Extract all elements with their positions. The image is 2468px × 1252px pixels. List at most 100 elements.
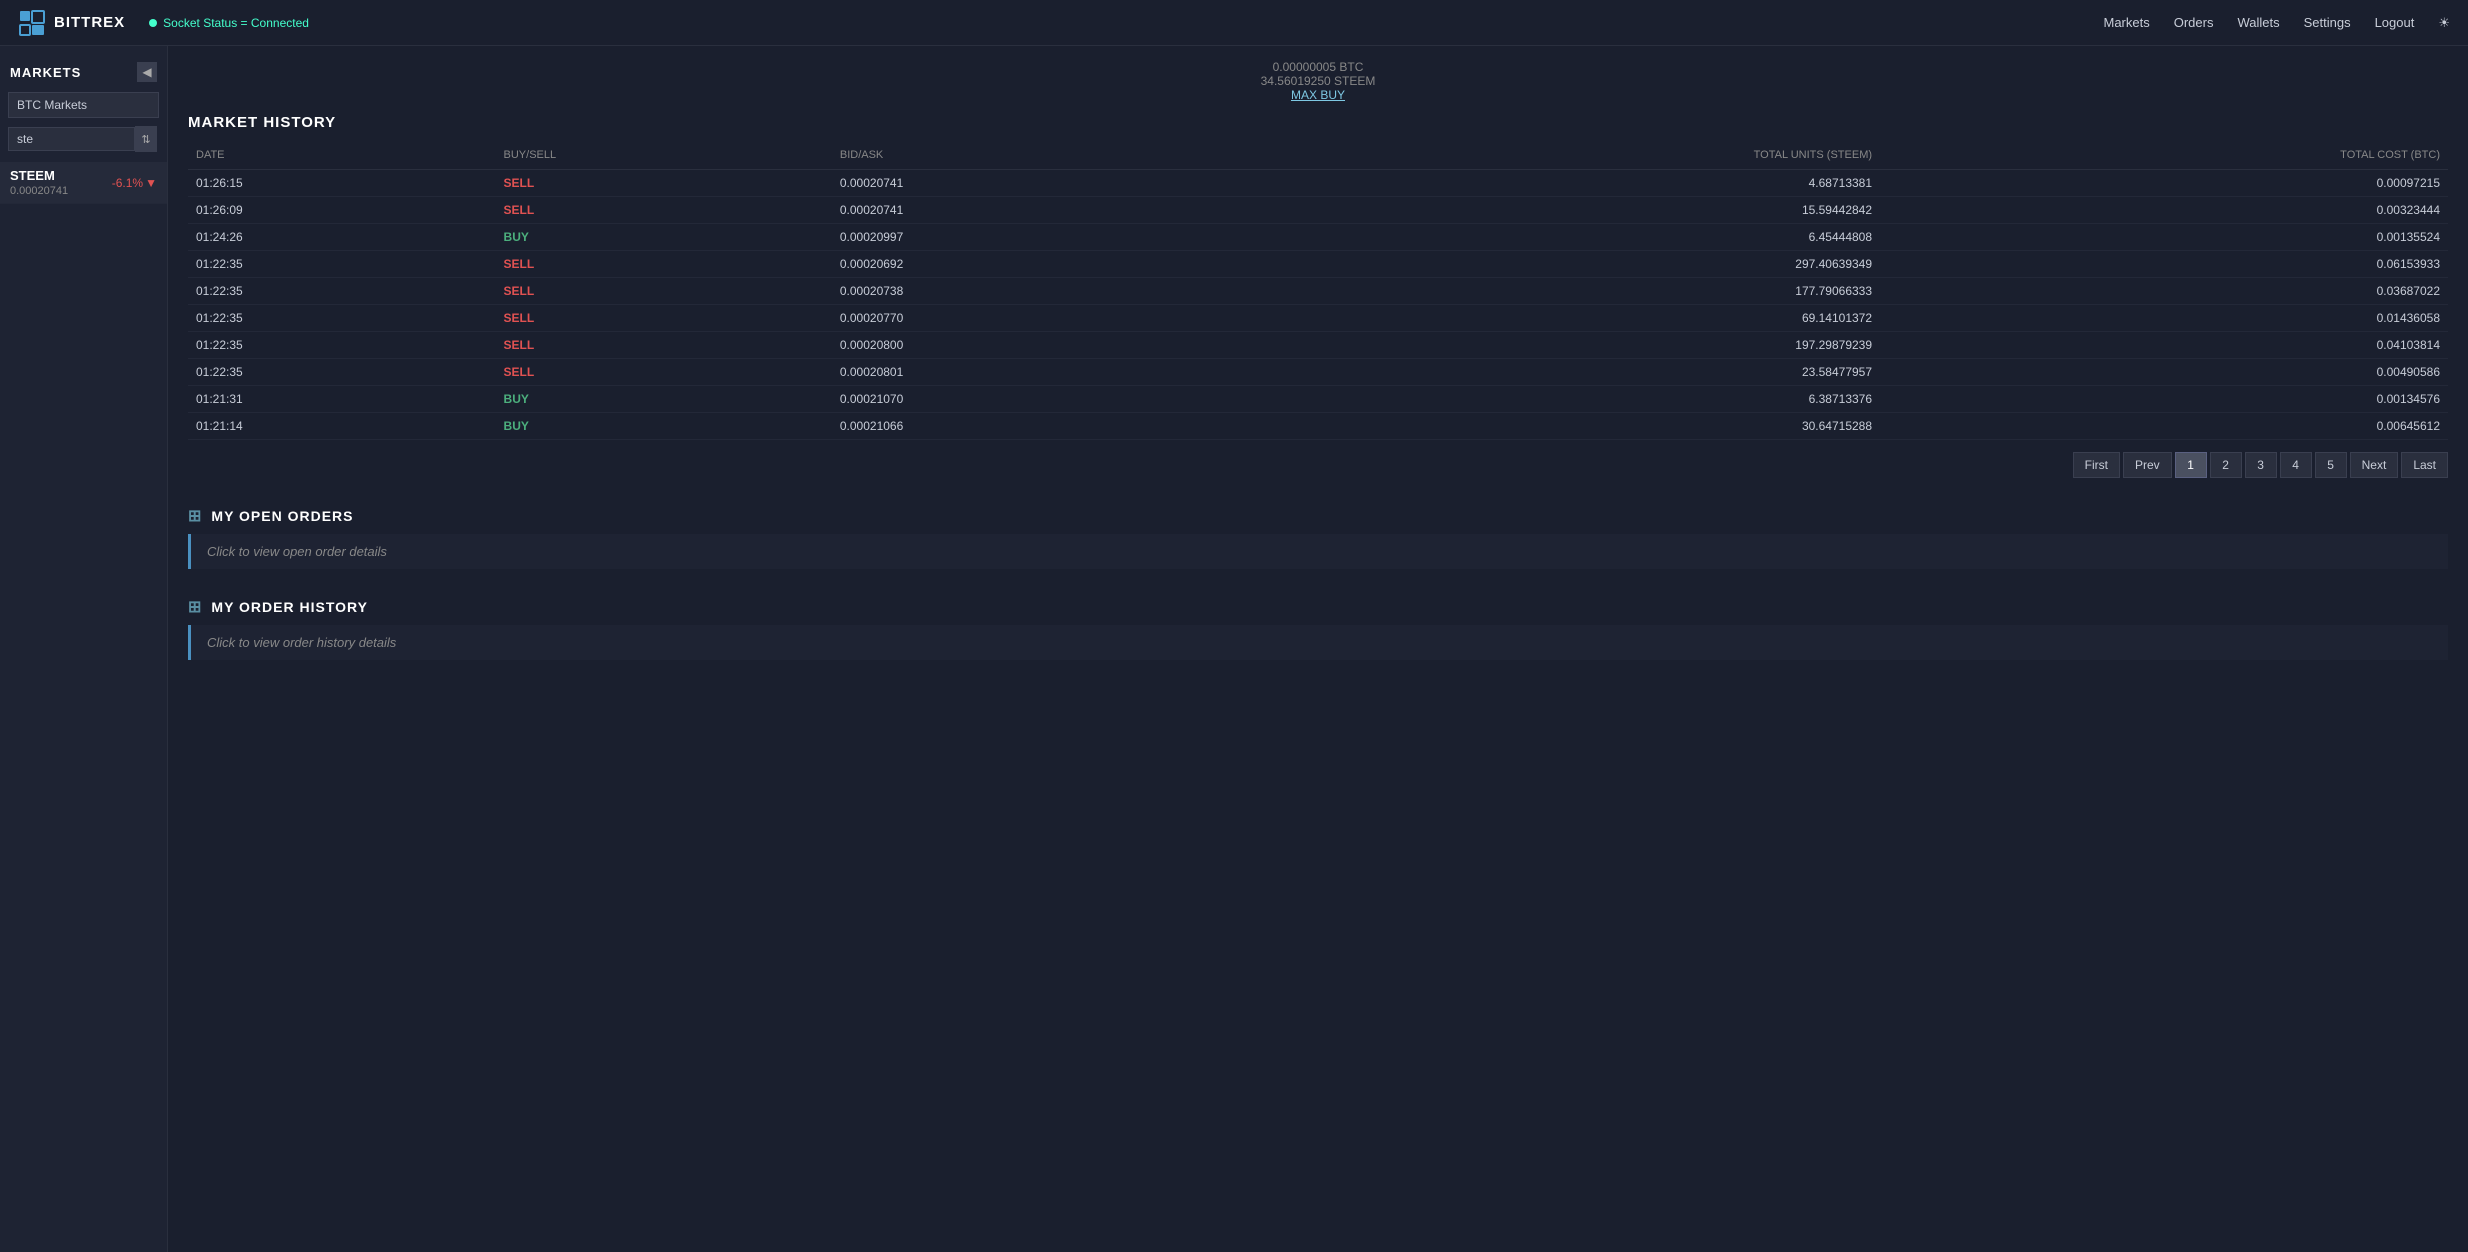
row-units: 4.68713381 bbox=[1221, 170, 1880, 197]
page-prev-button[interactable]: Prev bbox=[2123, 452, 2172, 478]
balance-btc: 0.00000005 BTC bbox=[1273, 60, 1364, 74]
row-bid-ask: 0.00021066 bbox=[832, 413, 1221, 440]
row-cost: 0.00490586 bbox=[1880, 359, 2448, 386]
market-select[interactable]: BTC Markets ETH Markets USDT Markets bbox=[8, 92, 159, 118]
order-history-header[interactable]: ⊞ MY ORDER HISTORY bbox=[188, 589, 2448, 625]
theme-icon[interactable]: ☀ bbox=[2438, 15, 2450, 31]
col-total-cost: TOTAL COST (BTC) bbox=[1880, 145, 2448, 170]
table-row: 01:22:35 SELL 0.00020801 23.58477957 0.0… bbox=[188, 359, 2448, 386]
socket-status-text: Socket Status = Connected bbox=[163, 16, 309, 30]
history-table-head: DATE BUY/SELL BID/ASK TOTAL UNITS (STEEM… bbox=[188, 145, 2448, 170]
table-row: 01:21:31 BUY 0.00021070 6.38713376 0.001… bbox=[188, 386, 2448, 413]
main-layout: MARKETS ◀ BTC Markets ETH Markets USDT M… bbox=[0, 46, 2468, 1252]
open-orders-placeholder: Click to view open order details bbox=[207, 544, 387, 559]
row-units: 297.40639349 bbox=[1221, 251, 1880, 278]
nav-logout[interactable]: Logout bbox=[2375, 15, 2415, 30]
row-date: 01:22:35 bbox=[188, 359, 496, 386]
row-type: BUY bbox=[496, 386, 832, 413]
nav-settings[interactable]: Settings bbox=[2304, 15, 2351, 30]
table-row: 01:21:14 BUY 0.00021066 30.64715288 0.00… bbox=[188, 413, 2448, 440]
row-units: 23.58477957 bbox=[1221, 359, 1880, 386]
row-units: 177.79066333 bbox=[1221, 278, 1880, 305]
row-type: SELL bbox=[496, 332, 832, 359]
row-cost: 0.04103814 bbox=[1880, 332, 2448, 359]
logo: BITTREX bbox=[18, 9, 125, 37]
row-bid-ask: 0.00020741 bbox=[832, 170, 1221, 197]
socket-status: Socket Status = Connected bbox=[149, 16, 309, 30]
nav-links: Markets Orders Wallets Settings Logout ☀ bbox=[2103, 15, 2450, 31]
order-history-body: Click to view order history details bbox=[188, 625, 2448, 660]
market-item-price: 0.00020741 bbox=[10, 185, 68, 197]
max-buy-link[interactable]: MAX BUY bbox=[188, 88, 2448, 102]
sidebar-title: MARKETS bbox=[10, 65, 81, 80]
history-table: DATE BUY/SELL BID/ASK TOTAL UNITS (STEEM… bbox=[188, 145, 2448, 440]
order-history-section: ⊞ MY ORDER HISTORY Click to view order h… bbox=[188, 589, 2448, 660]
table-row: 01:22:35 SELL 0.00020738 177.79066333 0.… bbox=[188, 278, 2448, 305]
row-date: 01:22:35 bbox=[188, 278, 496, 305]
table-row: 01:22:35 SELL 0.00020770 69.14101372 0.0… bbox=[188, 305, 2448, 332]
sidebar-collapse-button[interactable]: ◀ bbox=[137, 62, 157, 82]
row-date: 01:26:15 bbox=[188, 170, 496, 197]
row-units: 6.38713376 bbox=[1221, 386, 1880, 413]
row-bid-ask: 0.00020801 bbox=[832, 359, 1221, 386]
row-cost: 0.00135524 bbox=[1880, 224, 2448, 251]
row-type: SELL bbox=[496, 197, 832, 224]
logo-text: BITTREX bbox=[54, 14, 125, 31]
row-cost: 0.06153933 bbox=[1880, 251, 2448, 278]
row-bid-ask: 0.00020692 bbox=[832, 251, 1221, 278]
history-table-body: 01:26:15 SELL 0.00020741 4.68713381 0.00… bbox=[188, 170, 2448, 440]
search-wrapper: ⇅ bbox=[0, 126, 167, 162]
page-2-button[interactable]: 2 bbox=[2210, 452, 2242, 478]
page-5-button[interactable]: 5 bbox=[2315, 452, 2347, 478]
balance-bar: 0.00000005 BTC 34.56019250 STEEM MAX BUY bbox=[188, 60, 2448, 102]
market-item-info: STEEM 0.00020741 bbox=[10, 168, 68, 197]
page-last-button[interactable]: Last bbox=[2401, 452, 2448, 478]
open-orders-section: ⊞ MY OPEN ORDERS Click to view open orde… bbox=[188, 498, 2448, 569]
top-nav: BITTREX Socket Status = Connected Market… bbox=[0, 0, 2468, 46]
page-3-button[interactable]: 3 bbox=[2245, 452, 2277, 478]
col-date: DATE bbox=[188, 145, 496, 170]
sidebar-item-steem[interactable]: STEEM 0.00020741 -6.1% ▼ bbox=[0, 162, 167, 204]
open-orders-expand-icon: ⊞ bbox=[188, 506, 201, 526]
bittrex-logo-icon bbox=[18, 9, 46, 37]
row-date: 01:21:31 bbox=[188, 386, 496, 413]
nav-markets[interactable]: Markets bbox=[2103, 15, 2149, 30]
row-cost: 0.00645612 bbox=[1880, 413, 2448, 440]
row-bid-ask: 0.00020770 bbox=[832, 305, 1221, 332]
row-bid-ask: 0.00021070 bbox=[832, 386, 1221, 413]
row-date: 01:26:09 bbox=[188, 197, 496, 224]
market-history-section: MARKET HISTORY DATE BUY/SELL BID/ASK TOT… bbox=[188, 114, 2448, 440]
col-buy-sell: BUY/SELL bbox=[496, 145, 832, 170]
row-cost: 0.00323444 bbox=[1880, 197, 2448, 224]
market-change-value: -6.1% bbox=[112, 176, 143, 190]
sidebar-header: MARKETS ◀ bbox=[0, 56, 167, 92]
page-first-button[interactable]: First bbox=[2073, 452, 2120, 478]
search-input[interactable] bbox=[8, 127, 135, 151]
row-date: 01:22:35 bbox=[188, 305, 496, 332]
sort-button[interactable]: ⇅ bbox=[135, 126, 157, 152]
row-type: BUY bbox=[496, 413, 832, 440]
main-content: 0.00000005 BTC 34.56019250 STEEM MAX BUY… bbox=[168, 46, 2468, 1252]
order-history-placeholder: Click to view order history details bbox=[207, 635, 396, 650]
table-row: 01:22:35 SELL 0.00020800 197.29879239 0.… bbox=[188, 332, 2448, 359]
row-units: 197.29879239 bbox=[1221, 332, 1880, 359]
nav-wallets[interactable]: Wallets bbox=[2237, 15, 2279, 30]
market-item-change: -6.1% ▼ bbox=[112, 176, 157, 190]
row-bid-ask: 0.00020997 bbox=[832, 224, 1221, 251]
market-item-name: STEEM bbox=[10, 168, 68, 183]
page-next-button[interactable]: Next bbox=[2350, 452, 2399, 478]
nav-orders[interactable]: Orders bbox=[2174, 15, 2214, 30]
row-bid-ask: 0.00020800 bbox=[832, 332, 1221, 359]
col-total-units: TOTAL UNITS (STEEM) bbox=[1221, 145, 1880, 170]
page-4-button[interactable]: 4 bbox=[2280, 452, 2312, 478]
page-1-button[interactable]: 1 bbox=[2175, 452, 2207, 478]
open-orders-body: Click to view open order details bbox=[188, 534, 2448, 569]
row-type: SELL bbox=[496, 251, 832, 278]
table-row: 01:26:15 SELL 0.00020741 4.68713381 0.00… bbox=[188, 170, 2448, 197]
pagination: First Prev 1 2 3 4 5 Next Last bbox=[188, 452, 2448, 478]
open-orders-header[interactable]: ⊞ MY OPEN ORDERS bbox=[188, 498, 2448, 534]
socket-indicator bbox=[149, 19, 157, 27]
row-date: 01:24:26 bbox=[188, 224, 496, 251]
open-orders-title: MY OPEN ORDERS bbox=[211, 508, 353, 524]
order-history-title: MY ORDER HISTORY bbox=[211, 599, 368, 615]
